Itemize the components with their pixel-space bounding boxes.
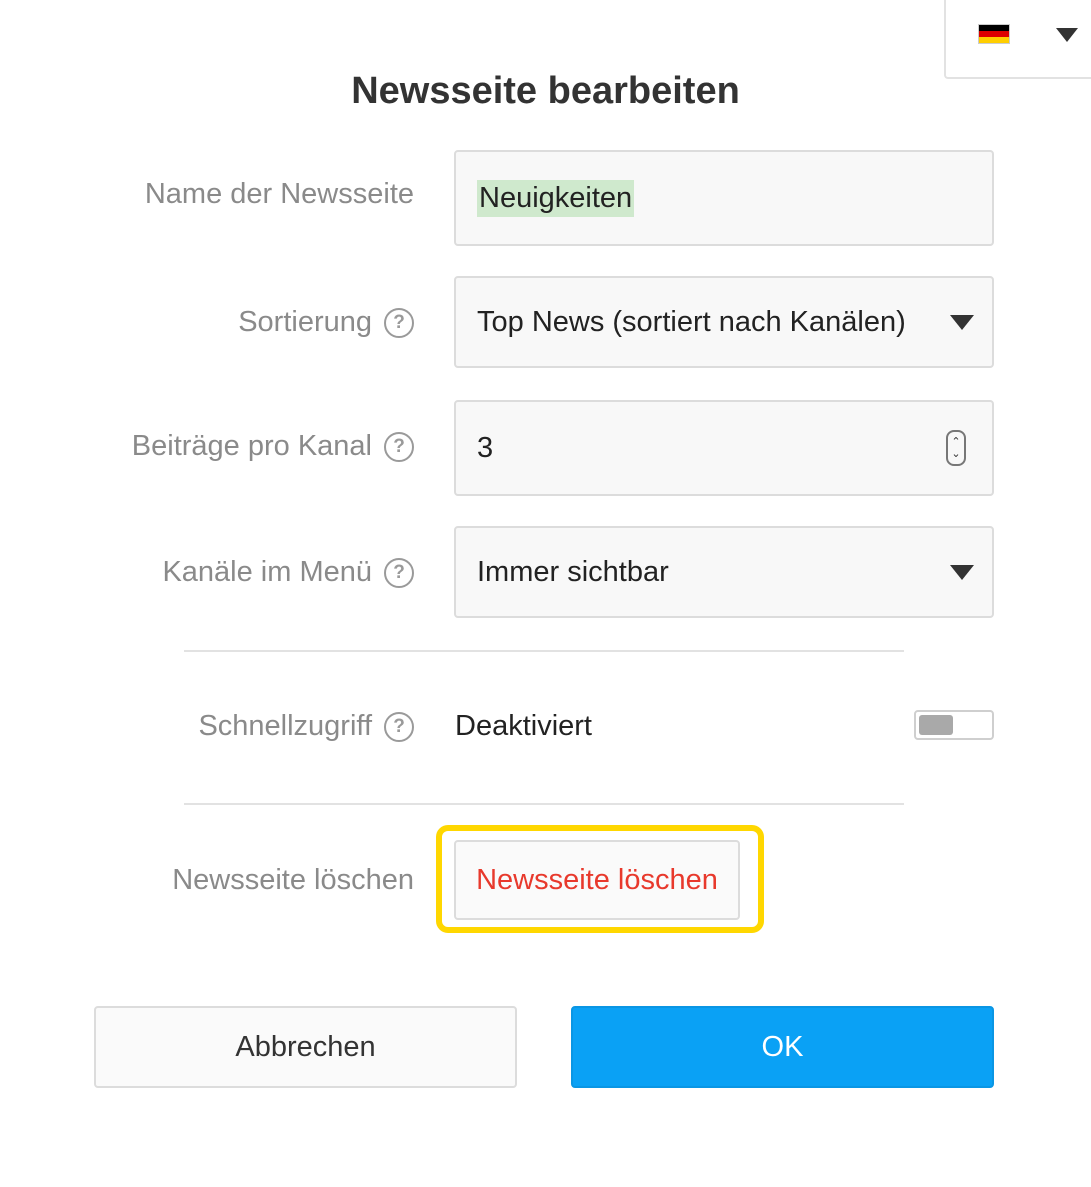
dialog-title: Newsseite bearbeiten bbox=[351, 70, 740, 112]
chevron-down-icon[interactable]: ⌄ bbox=[951, 448, 960, 460]
edit-news-page-dialog: Newsseite bearbeiten Name der Newsseite … bbox=[0, 0, 1091, 1187]
posts-per-channel-label-text: Beiträge pro Kanal bbox=[131, 430, 372, 462]
name-label-text: Name der Newsseite bbox=[144, 178, 414, 210]
posts-per-channel-value: 3 bbox=[477, 431, 494, 464]
channels-menu-select[interactable]: Immer sichtbar bbox=[454, 526, 994, 618]
channels-menu-label: Kanäle im Menü ? bbox=[162, 556, 414, 589]
channels-menu-value: Immer sichtbar bbox=[477, 555, 669, 588]
help-icon[interactable]: ? bbox=[384, 557, 414, 588]
cancel-button[interactable]: Abbrechen bbox=[94, 1006, 517, 1088]
name-input[interactable]: Neuigkeiten bbox=[454, 150, 994, 246]
help-icon[interactable]: ? bbox=[384, 307, 414, 338]
name-label: Name der Newsseite bbox=[145, 178, 414, 211]
posts-per-channel-label: Beiträge pro Kanal ? bbox=[132, 430, 414, 463]
chevron-down-icon bbox=[1056, 28, 1078, 42]
ok-button[interactable]: OK bbox=[571, 1006, 994, 1088]
divider bbox=[184, 803, 904, 805]
delete-label-text: Newsseite löschen bbox=[172, 864, 414, 896]
sort-select[interactable]: Top News (sortiert nach Kanälen) bbox=[454, 276, 994, 368]
divider bbox=[184, 650, 904, 652]
delete-news-page-button[interactable]: Newsseite löschen bbox=[454, 840, 740, 920]
quick-access-label-text: Schnellzugriff bbox=[198, 710, 372, 742]
help-icon[interactable]: ? bbox=[384, 431, 414, 462]
posts-per-channel-input[interactable]: 3 ⌃ ⌄ bbox=[454, 400, 994, 496]
chevron-down-icon bbox=[950, 565, 974, 580]
sort-label: Sortierung ? bbox=[238, 306, 414, 339]
germany-flag-icon bbox=[978, 24, 1010, 44]
toggle-knob bbox=[919, 715, 953, 735]
name-input-value: Neuigkeiten bbox=[477, 179, 635, 217]
quick-access-toggle[interactable] bbox=[914, 710, 994, 740]
help-icon[interactable]: ? bbox=[384, 711, 414, 742]
sort-label-text: Sortierung bbox=[238, 306, 372, 338]
chevron-down-icon bbox=[950, 315, 974, 330]
sort-select-value: Top News (sortiert nach Kanälen) bbox=[477, 305, 906, 338]
language-selector[interactable] bbox=[944, 0, 1091, 79]
chevron-up-icon[interactable]: ⌃ bbox=[951, 436, 960, 448]
channels-menu-label-text: Kanäle im Menü bbox=[162, 556, 372, 588]
quick-access-status: Deaktiviert bbox=[455, 710, 592, 742]
quick-access-label: Schnellzugriff ? bbox=[198, 710, 414, 743]
delete-label: Newsseite löschen bbox=[172, 864, 414, 897]
number-stepper[interactable]: ⌃ ⌄ bbox=[946, 430, 966, 466]
